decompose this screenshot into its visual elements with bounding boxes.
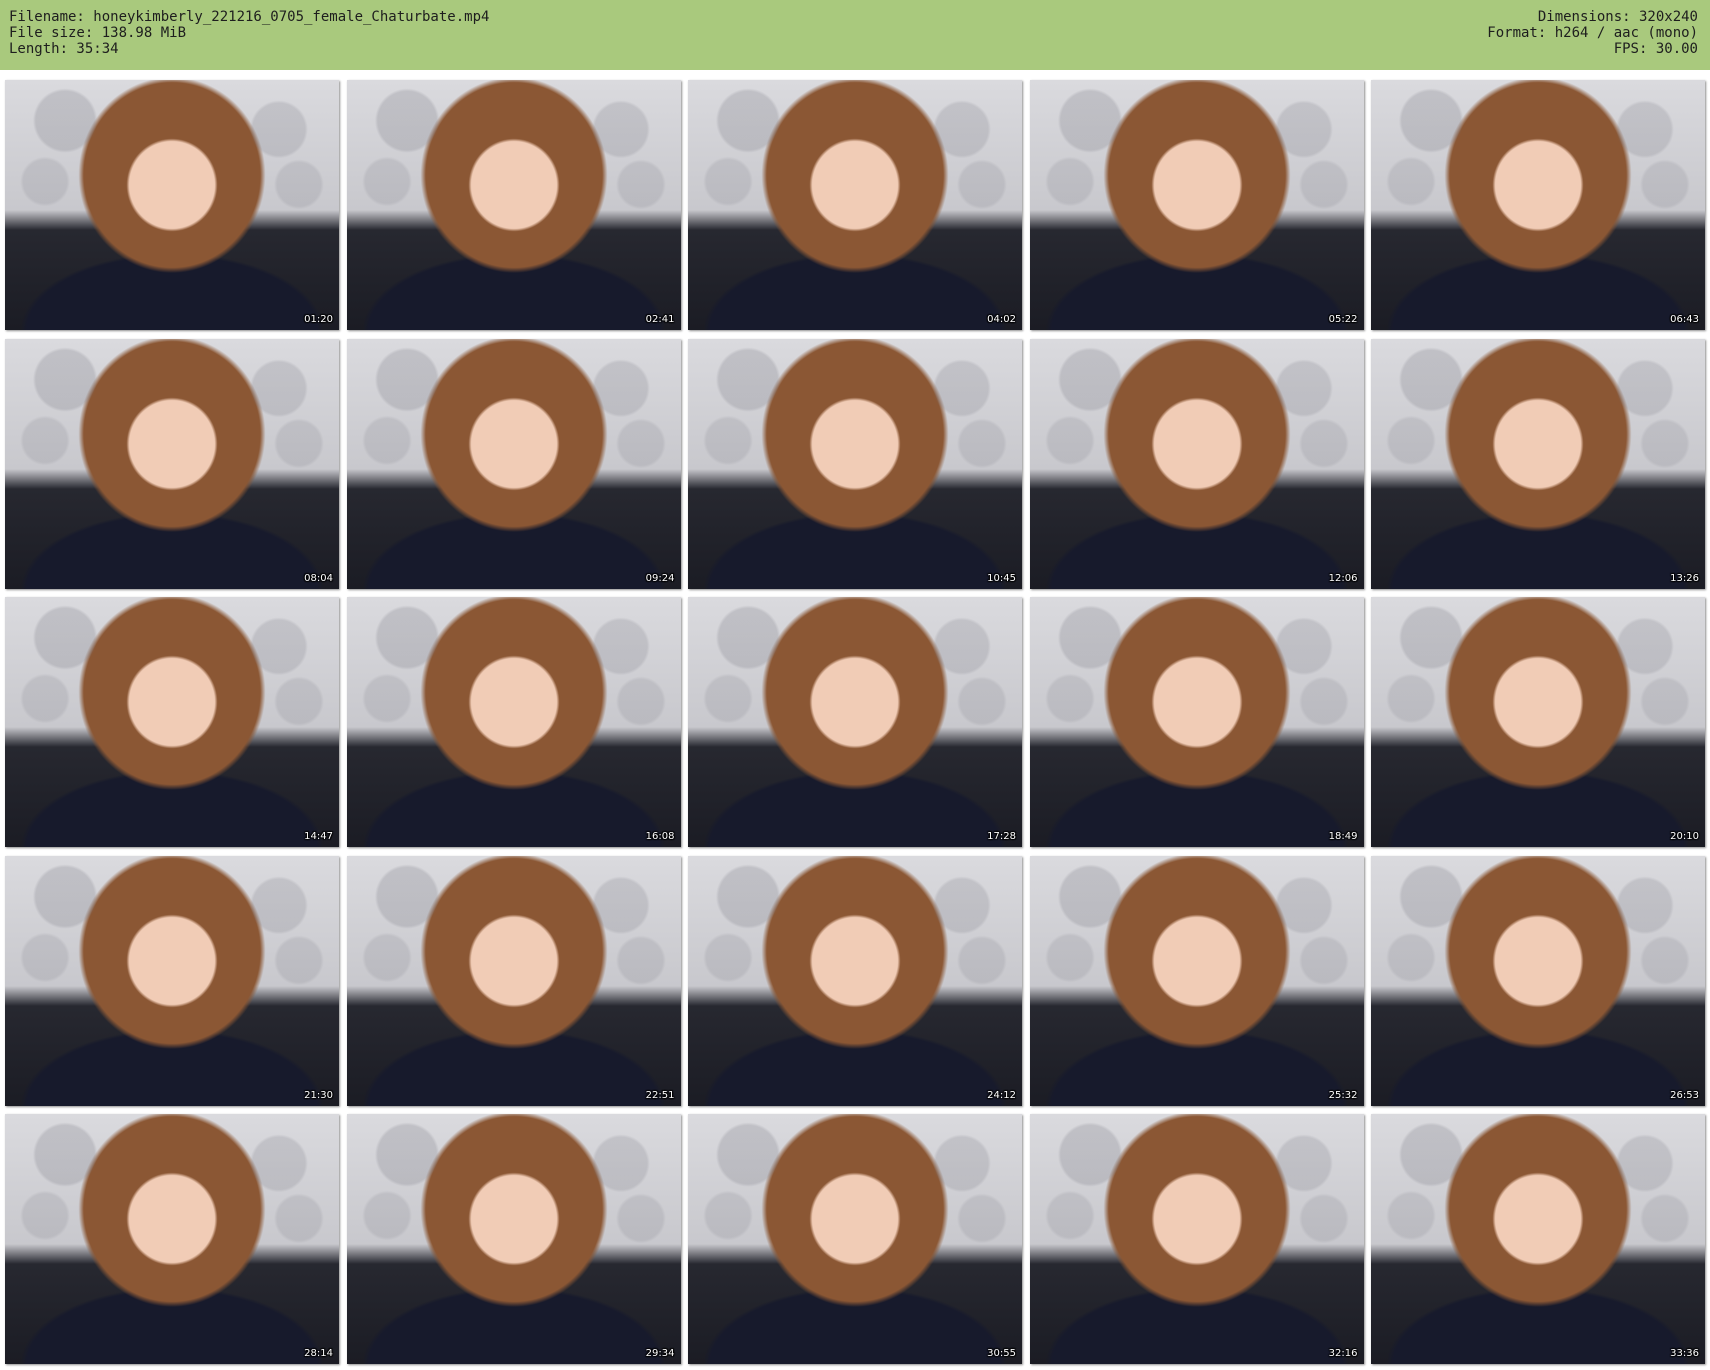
thumbnail-timestamp: 24:12 <box>987 1089 1016 1101</box>
thumbnail-timestamp: 22:51 <box>645 1089 675 1101</box>
thumbnail-timestamp: 25:32 <box>1328 1089 1358 1101</box>
video-thumbnail: 01:20 <box>5 80 339 330</box>
thumbnail-timestamp: 16:08 <box>645 831 675 842</box>
video-thumbnail: 05:22 <box>1029 80 1364 330</box>
video-thumbnail: 09:24 <box>346 338 681 589</box>
thumbnail-timestamp: 13:26 <box>1670 572 1699 584</box>
filename-text: Filename: honeykimberly_221216_0705_fema… <box>9 9 490 25</box>
video-thumbnail: 12:06 <box>1029 338 1364 589</box>
video-thumbnail: 13:26 <box>1371 338 1705 589</box>
thumbnail-timestamp: 29:34 <box>645 1348 675 1359</box>
video-thumbnail: 08:04 <box>5 338 339 589</box>
video-thumbnail: 32:16 <box>1029 1114 1364 1364</box>
thumbnail-timestamp: 12:06 <box>1328 572 1358 584</box>
thumbnail-timestamp: 17:28 <box>987 831 1016 842</box>
thumbnail-timestamp: 32:16 <box>1328 1348 1358 1359</box>
video-thumbnail: 10:45 <box>688 338 1022 589</box>
video-thumbnail: 33:36 <box>1371 1114 1705 1364</box>
thumbnail-timestamp: 26:53 <box>1670 1089 1699 1101</box>
thumbnail-timestamp: 18:49 <box>1328 831 1358 842</box>
video-thumbnail: 25:32 <box>1029 855 1364 1106</box>
thumbnail-timestamp: 04:02 <box>987 314 1016 325</box>
thumbnail-timestamp: 09:24 <box>645 572 675 584</box>
video-thumbnail: 30:55 <box>688 1114 1022 1364</box>
thumbnail-timestamp: 28:14 <box>304 1348 333 1359</box>
metadata-header: Filename: honeykimberly_221216_0705_fema… <box>0 0 1710 70</box>
video-thumbnail: 28:14 <box>5 1114 339 1364</box>
video-thumbnail: 04:02 <box>688 80 1022 330</box>
video-thumbnail: 18:49 <box>1029 597 1364 847</box>
thumbnail-timestamp: 08:04 <box>304 572 333 584</box>
format-text: Format: h264 / aac (mono) <box>1487 25 1698 41</box>
video-thumbnail: 16:08 <box>346 597 681 847</box>
video-thumbnail: 26:53 <box>1371 855 1705 1106</box>
video-thumbnail: 22:51 <box>346 855 681 1106</box>
thumbnail-timestamp: 06:43 <box>1670 314 1699 325</box>
thumbnail-timestamp: 14:47 <box>304 831 333 842</box>
length-text: Length: 35:34 <box>9 41 119 57</box>
video-thumbnail: 14:47 <box>5 597 339 847</box>
thumbnail-timestamp: 02:41 <box>645 314 675 325</box>
thumbnail-timestamp: 21:30 <box>304 1089 333 1101</box>
file-metadata: Filename: honeykimberly_221216_0705_fema… <box>9 9 489 57</box>
video-metadata: Dimensions: 320x240 Format: h264 / aac (… <box>1487 9 1698 57</box>
thumbnail-grid: 01:20 02:41 04:02 05:22 06:43 08:04 09:2… <box>5 80 1705 1365</box>
fps-text: FPS: 30.00 <box>1613 41 1698 57</box>
thumbnail-timestamp: 01:20 <box>304 314 333 325</box>
thumbnail-timestamp: 10:45 <box>987 572 1016 584</box>
thumbnail-timestamp: 30:55 <box>987 1348 1016 1359</box>
thumbnail-timestamp: 33:36 <box>1670 1348 1699 1359</box>
video-thumbnail: 29:34 <box>346 1114 681 1364</box>
video-thumbnail: 02:41 <box>346 80 681 330</box>
video-thumbnail: 17:28 <box>688 597 1022 847</box>
video-thumbnail: 21:30 <box>5 855 339 1106</box>
video-thumbnail: 24:12 <box>688 855 1022 1106</box>
thumbnail-timestamp: 05:22 <box>1328 314 1358 325</box>
video-thumbnail: 06:43 <box>1371 80 1705 330</box>
video-thumbnail: 20:10 <box>1371 597 1705 847</box>
file-size-text: File size: 138.98 MiB <box>9 25 187 41</box>
dimensions-text: Dimensions: 320x240 <box>1537 9 1698 25</box>
thumbnail-timestamp: 20:10 <box>1670 831 1699 842</box>
